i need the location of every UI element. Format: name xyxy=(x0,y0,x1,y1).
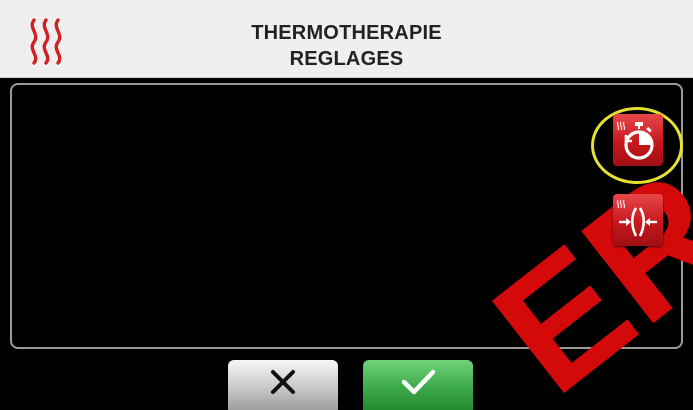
compression-settings-button[interactable] xyxy=(613,194,663,246)
cancel-button[interactable] xyxy=(228,360,338,410)
timer-icon xyxy=(616,121,654,160)
timer-settings-button[interactable] xyxy=(613,114,663,166)
header-bar: THERMOTHERAPIE REGLAGES xyxy=(0,0,693,78)
title-line-2: REGLAGES xyxy=(289,48,404,70)
close-icon xyxy=(271,370,295,394)
compression-icon xyxy=(616,199,657,237)
checkmark-icon xyxy=(401,369,436,395)
content-panel xyxy=(10,83,683,349)
confirm-button[interactable] xyxy=(363,360,473,410)
title-line-1: THERMOTHERAPIE xyxy=(251,22,442,44)
page-title: THERMOTHERAPIE REGLAGES xyxy=(0,20,693,72)
